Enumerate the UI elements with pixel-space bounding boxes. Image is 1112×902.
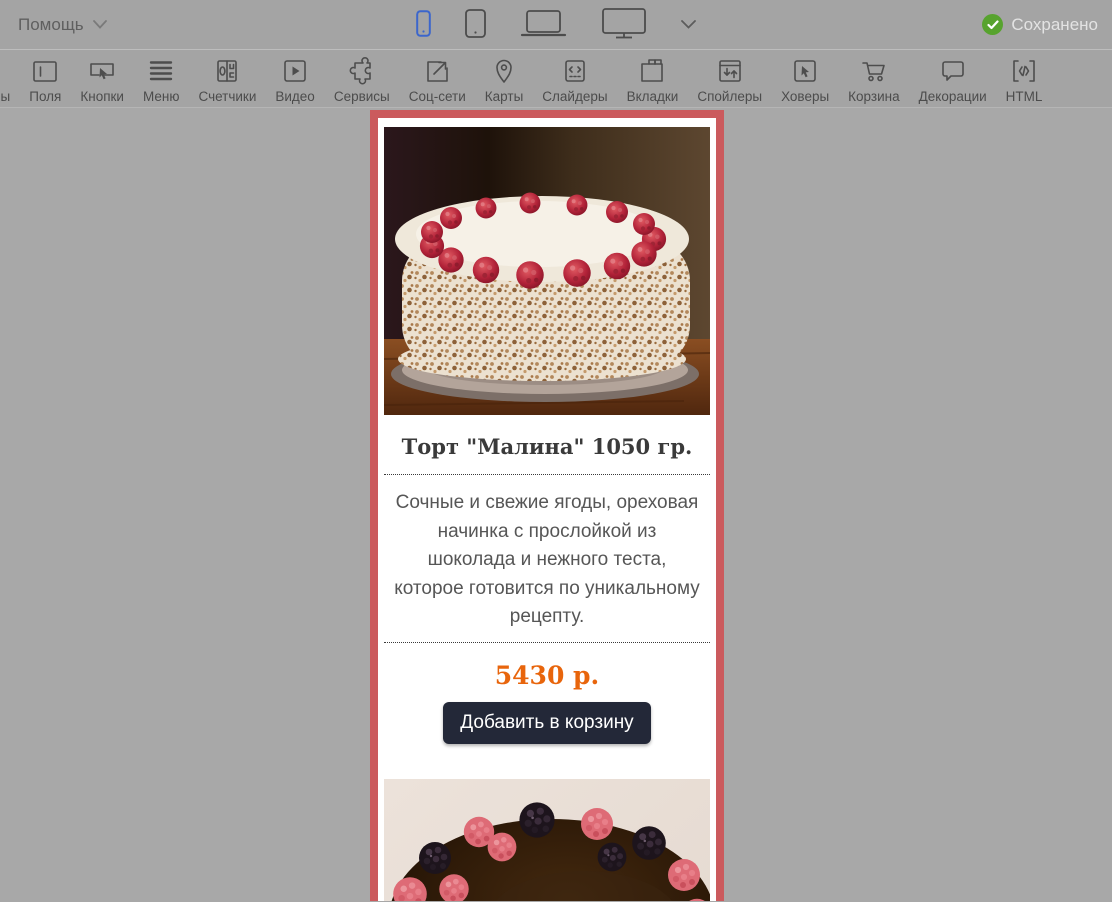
product-image-chocolate-cake <box>384 779 710 902</box>
toolbar-item-label: Вкладки <box>627 89 679 104</box>
toolbar-item-services[interactable]: Сервисы <box>334 56 390 104</box>
toolbar-item-counters[interactable]: Счетчики <box>198 56 256 104</box>
decorations-icon <box>938 56 968 86</box>
tablet-icon <box>465 9 486 41</box>
video-icon <box>280 56 310 86</box>
sliders-icon <box>560 56 590 86</box>
toolbar-item-label: Корзина <box>848 89 899 104</box>
toolbar-item-label: Слайдеры <box>542 89 607 104</box>
toolbar-item-hovers[interactable]: Ховеры <box>781 56 829 104</box>
toolbar-item-label: Сервисы <box>334 89 390 104</box>
maps-icon <box>489 56 519 86</box>
help-menu[interactable]: Помощь <box>18 15 107 35</box>
product-description: Сочные и свежие ягоды, ореховая начинка … <box>394 489 700 632</box>
counters-icon <box>212 56 242 86</box>
forms-icon <box>0 56 3 86</box>
toolbar-item-cart[interactable]: Корзина <box>848 56 899 104</box>
laptop-icon <box>520 9 567 40</box>
toolbar-item-label: Декорации <box>919 89 987 104</box>
top-bar: Помощь <box>0 0 1112 50</box>
widget-toolbar: Формы Поля Кнопки Меню Счетчики Видео <box>0 50 1112 108</box>
toolbar-item-label: Меню <box>143 89 180 104</box>
product-title: Торт "Малина" 1050 гр. <box>378 431 716 463</box>
fields-icon <box>30 56 60 86</box>
toolbar-item-sliders[interactable]: Слайдеры <box>542 56 607 104</box>
toolbar-item-label: Формы <box>0 89 10 104</box>
social-icon <box>422 56 452 86</box>
toolbar-item-label: Кнопки <box>80 89 124 104</box>
dotted-divider <box>384 642 710 643</box>
help-label: Помощь <box>18 15 84 35</box>
device-switcher <box>416 7 696 42</box>
laptop-device-button[interactable] <box>520 9 567 40</box>
toolbar-item-forms[interactable]: Формы <box>0 56 10 104</box>
phone-icon <box>416 10 431 40</box>
editor-canvas: Торт "Малина" 1050 гр. Сочные и свежие я… <box>0 108 1112 901</box>
chevron-down-icon <box>93 16 107 34</box>
toolbar-item-label: Соц-сети <box>409 89 466 104</box>
menu-icon <box>146 56 176 86</box>
cart-icon <box>859 56 889 86</box>
tabs-icon <box>637 56 667 86</box>
toolbar-item-tabs[interactable]: Вкладки <box>627 56 679 104</box>
toolbar-item-menu[interactable]: Меню <box>143 56 180 104</box>
chevron-down-icon <box>681 17 696 32</box>
buttons-icon <box>87 56 117 86</box>
product-price: 5430 р. <box>378 659 716 693</box>
hovers-icon <box>790 56 820 86</box>
toolbar-item-video[interactable]: Видео <box>275 56 314 104</box>
product-image-raspberry-cake <box>384 127 710 420</box>
saved-label: Сохранено <box>1011 15 1098 35</box>
saved-check-icon <box>982 14 1003 35</box>
html-icon <box>1009 56 1039 86</box>
desktop-icon <box>601 7 647 42</box>
add-to-cart-button[interactable]: Добавить в корзину <box>443 702 650 744</box>
toolbar-item-fields[interactable]: Поля <box>29 56 61 104</box>
toolbar-item-label: Видео <box>275 89 314 104</box>
toolbar-item-buttons[interactable]: Кнопки <box>80 56 124 104</box>
services-icon <box>347 56 377 86</box>
toolbar-item-label: Спойлеры <box>697 89 762 104</box>
desktop-device-button[interactable] <box>601 7 647 42</box>
save-status: Сохранено <box>982 14 1098 35</box>
toolbar-item-maps[interactable]: Карты <box>485 56 523 104</box>
toolbar-item-decorations[interactable]: Декорации <box>919 56 987 104</box>
toolbar-item-html[interactable]: HTML <box>1006 56 1043 104</box>
spoilers-icon <box>715 56 745 86</box>
mobile-device-button[interactable] <box>416 10 431 40</box>
toolbar-item-label: Счетчики <box>198 89 256 104</box>
mobile-preview-frame[interactable]: Торт "Малина" 1050 гр. Сочные и свежие я… <box>370 110 724 901</box>
device-switcher-expand-button[interactable] <box>681 17 696 32</box>
toolbar-item-label: Ховеры <box>781 89 829 104</box>
tablet-device-button[interactable] <box>465 9 486 41</box>
toolbar-item-spoilers[interactable]: Спойлеры <box>697 56 762 104</box>
dotted-divider <box>384 474 710 475</box>
toolbar-item-social[interactable]: Соц-сети <box>409 56 466 104</box>
toolbar-item-label: Карты <box>485 89 523 104</box>
toolbar-item-label: Поля <box>29 89 61 104</box>
toolbar-item-label: HTML <box>1006 89 1043 104</box>
add-to-cart-row: Добавить в корзину <box>378 702 716 744</box>
